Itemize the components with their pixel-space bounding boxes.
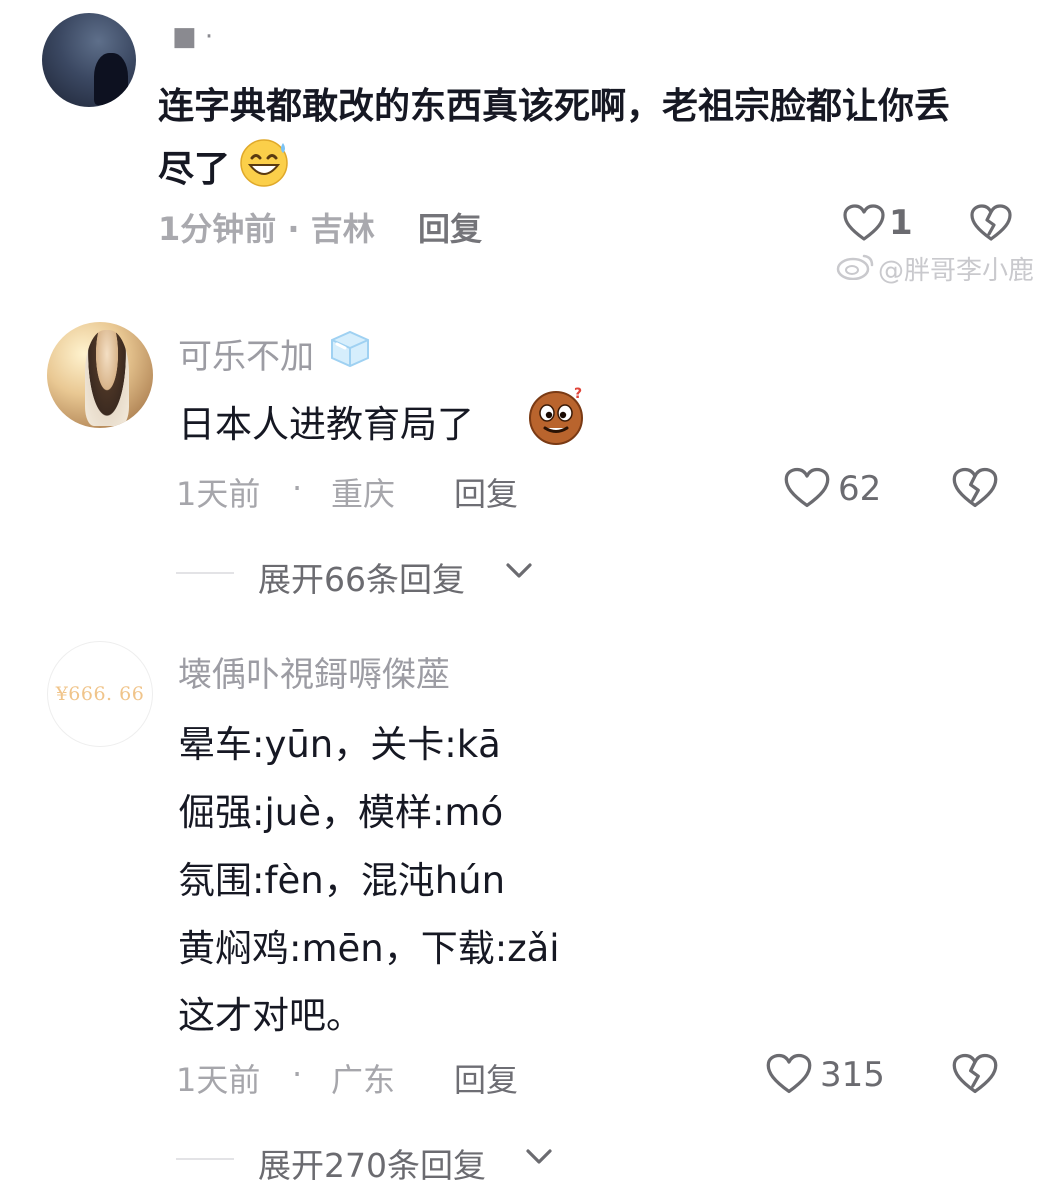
comment-text-line2: 尽了: [158, 149, 231, 190]
meta-separator: ·: [292, 1055, 303, 1093]
comment-text: 日本人进教育局了: [178, 403, 474, 446]
username[interactable]: 壊偊卟視鎶嗕傑蓙: [178, 647, 450, 696]
expand-replies-button[interactable]: 展开270条回复: [258, 1139, 486, 1187]
username[interactable]: ■ ·: [172, 22, 213, 52]
comment-text: 连字典都敢改的东西真该死啊，老祖宗脸都让你丢: [158, 86, 951, 127]
dislike-broken-heart-icon[interactable]: [969, 203, 1013, 243]
like-count: 1: [889, 203, 913, 243]
weibo-logo-icon: [836, 254, 874, 280]
comment-line-5: 这才对吧。: [178, 994, 363, 1037]
expand-replies-button[interactable]: 展开66条回复: [258, 553, 465, 601]
avatar[interactable]: ¥666. 66: [47, 641, 153, 747]
grinning-sweat-emoji: [240, 139, 288, 187]
dislike-broken-heart-icon[interactable]: [951, 1052, 999, 1096]
dislike-broken-heart-icon[interactable]: [951, 466, 999, 510]
reply-button[interactable]: 回复: [454, 1055, 518, 1101]
svg-text:?: ?: [574, 386, 582, 402]
comment-line-2: 倔强:juè，模样:mó: [178, 791, 504, 834]
comment-location: 广东: [331, 1061, 396, 1099]
comment-line-1: 晕车:yūn，关卡:kā: [178, 723, 501, 766]
avatar[interactable]: [42, 13, 136, 107]
expand-divider: [176, 572, 234, 574]
meta-separator: ·: [292, 469, 303, 507]
watermark-text: @胖哥李小鹿: [878, 256, 1035, 286]
avatar[interactable]: [47, 322, 153, 428]
comment-line-3: 氛围:fèn，混沌hún: [178, 859, 506, 902]
like-heart-icon[interactable]: [765, 1052, 813, 1096]
like-heart-icon[interactable]: [783, 466, 831, 510]
expand-divider: [176, 1158, 234, 1160]
comment-location: 重庆: [331, 475, 396, 513]
chevron-down-icon[interactable]: [504, 560, 534, 582]
chevron-down-icon[interactable]: [524, 1146, 554, 1168]
like-count: 62: [838, 469, 882, 509]
confused-cookie-emoji: ?: [529, 386, 583, 445]
ice-cube-icon: [331, 330, 369, 368]
username[interactable]: 可乐不加: [178, 329, 314, 378]
comment-line-4: 黄焖鸡:mēn，下载:zǎi: [178, 927, 560, 970]
reply-button[interactable]: 回复: [418, 204, 482, 250]
reply-button[interactable]: 回复: [454, 469, 518, 515]
comment-meta: 1分钟前 · 吉林: [158, 210, 375, 248]
like-count: 315: [820, 1055, 885, 1095]
like-heart-icon[interactable]: [842, 203, 886, 243]
comment-time: 1天前: [176, 1061, 261, 1099]
avatar-text: ¥666. 66: [55, 683, 145, 705]
comment-time: 1天前: [176, 475, 261, 513]
